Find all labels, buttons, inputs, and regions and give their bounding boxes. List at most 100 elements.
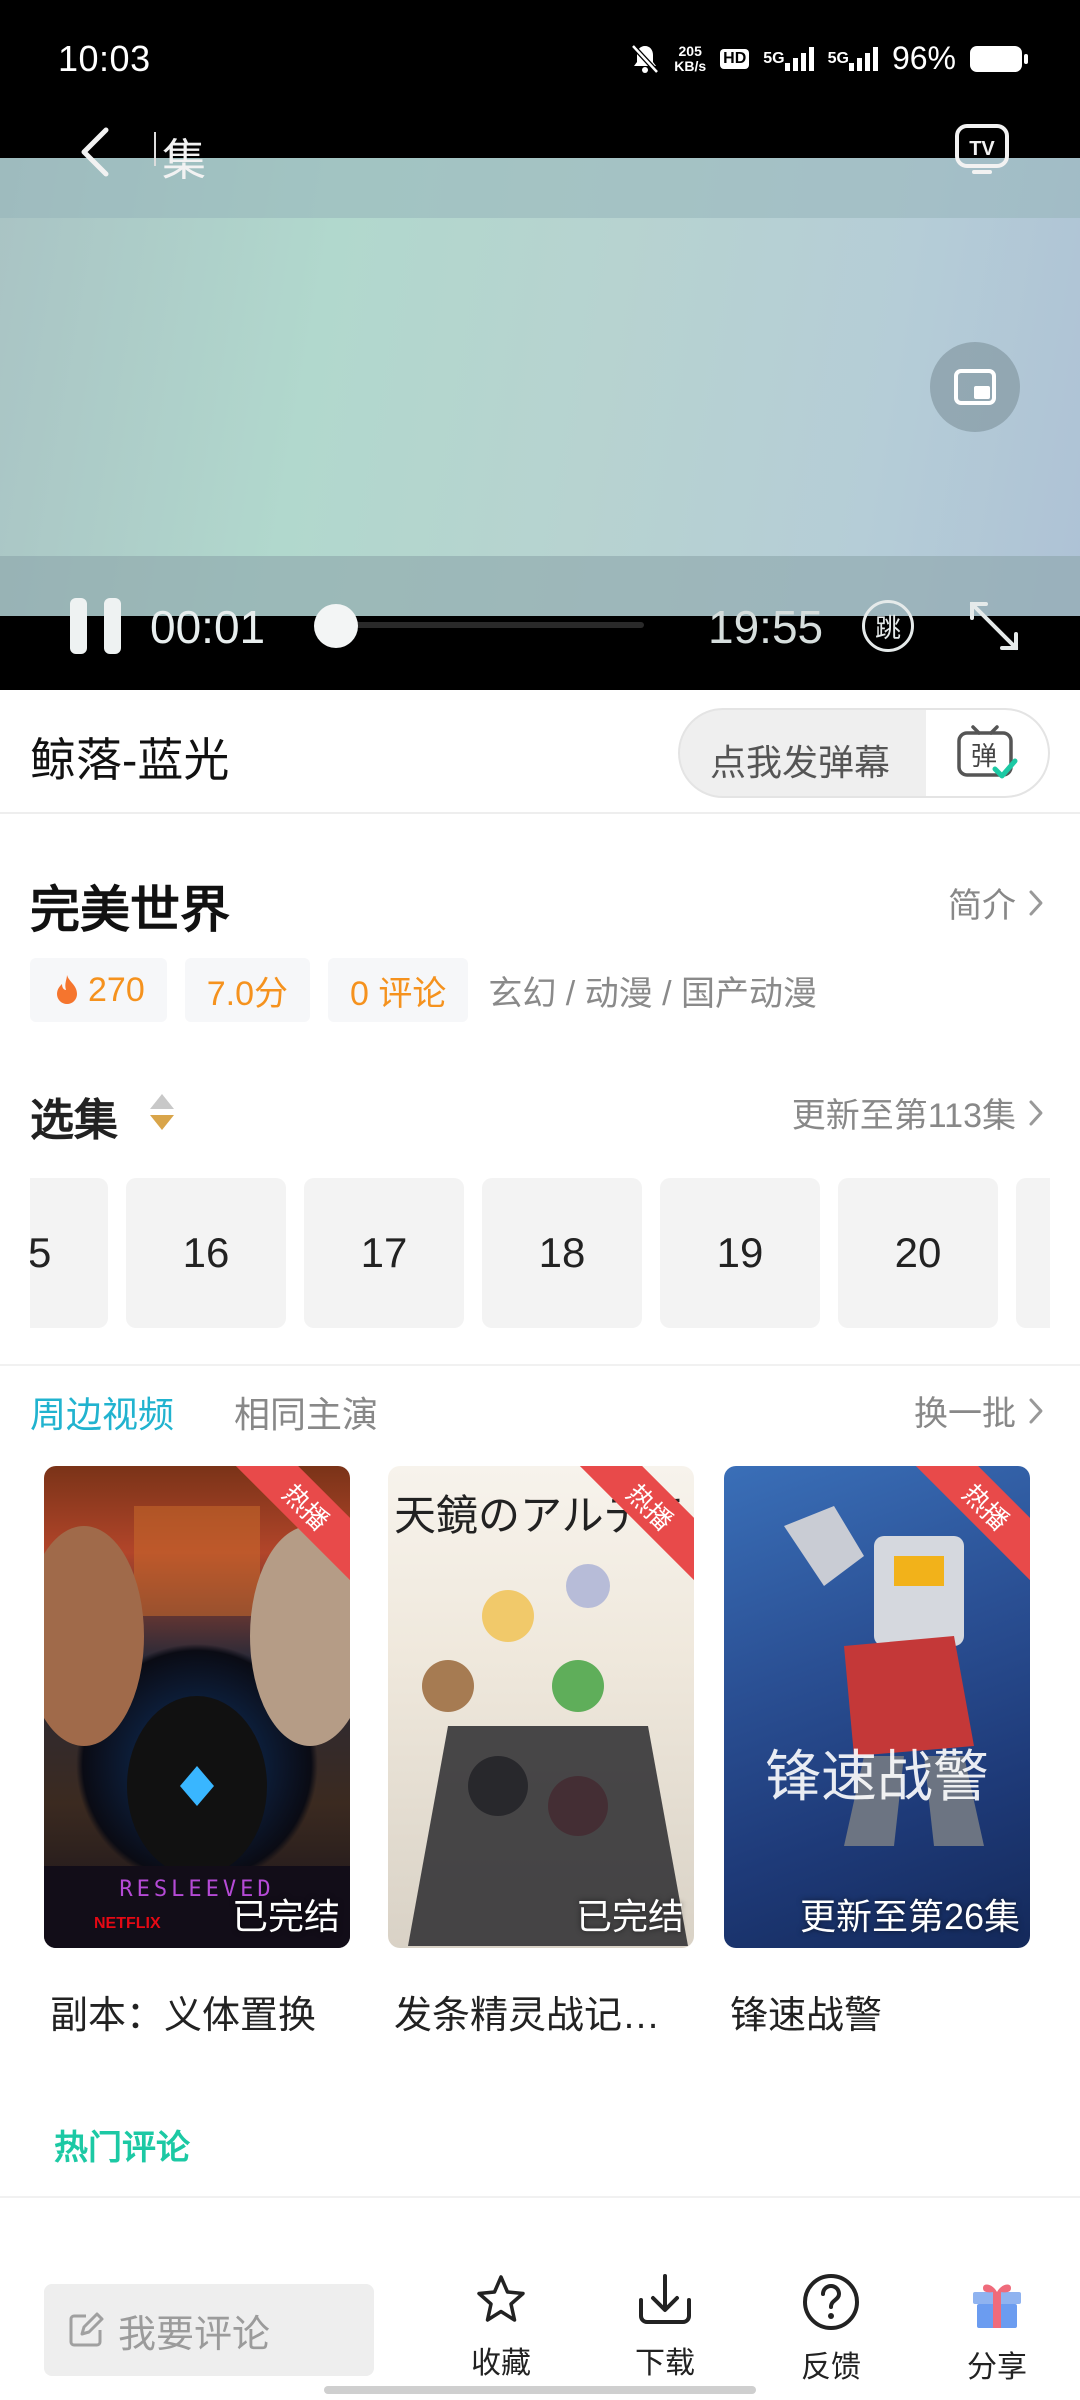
signal-bars-icon bbox=[784, 46, 814, 71]
star-icon bbox=[477, 2275, 525, 2322]
tv-cast-button[interactable]: TV bbox=[952, 118, 1012, 178]
card-title[interactable]: 锋速战警 bbox=[730, 1984, 1050, 2039]
rating-value: 7.0分 bbox=[206, 974, 288, 1013]
comments-count: 0 评论 bbox=[350, 974, 447, 1013]
chevron-right-icon bbox=[1029, 1398, 1043, 1423]
sort-button[interactable] bbox=[146, 1090, 178, 1134]
episode-number: 15 bbox=[30, 1229, 52, 1276]
section-divider bbox=[0, 2196, 1080, 2198]
poster-status: 已完结 bbox=[575, 1896, 684, 1937]
danmaku-icon: 弹 bbox=[957, 725, 1018, 779]
episode-button[interactable]: 20 bbox=[838, 1178, 998, 1328]
home-indicator[interactable] bbox=[324, 2386, 756, 2394]
episode-button[interactable]: 16 bbox=[126, 1178, 286, 1328]
net-speed-unit: KB/s bbox=[674, 57, 707, 74]
status-icons: 205 KB/s HD 5G 5G 96% bbox=[630, 40, 1028, 77]
share-button[interactable]: 分享 bbox=[942, 2272, 1052, 2392]
status-bar: 10:03 205 KB/s HD 5G 5G 96% bbox=[0, 0, 1080, 120]
download-label: 下载 bbox=[635, 2347, 695, 2380]
video-card[interactable]: RESLEEVED NETFLIX 热播 已完结 副本：义体置换 bbox=[44, 1466, 352, 2037]
status-time: 10:03 bbox=[58, 38, 151, 79]
poster-image[interactable]: RESLEEVED NETFLIX 热播 已完结 bbox=[44, 1466, 350, 1948]
poster-status: 更新至第26集 bbox=[799, 1896, 1020, 1937]
tab-same-cast[interactable]: 相同主演 bbox=[234, 1386, 378, 1438]
fullscreen-button[interactable] bbox=[964, 596, 1024, 656]
download-icon bbox=[639, 2274, 691, 2324]
skip-icon: 跳 bbox=[874, 612, 901, 643]
progress-track[interactable] bbox=[318, 622, 644, 628]
question-icon bbox=[803, 2274, 859, 2330]
skip-button[interactable]: 跳 bbox=[862, 600, 914, 652]
battery-icon bbox=[970, 45, 1028, 72]
episode-button[interactable]: 21 bbox=[1016, 1178, 1050, 1328]
signal1-label: 5G bbox=[763, 49, 785, 67]
show-title: 完美世界 bbox=[30, 882, 230, 938]
hd-badge: HD bbox=[720, 48, 750, 69]
card-title[interactable]: 发条精灵战记… bbox=[394, 1984, 714, 2039]
video-card[interactable]: 天鏡のアルデラ 热播 已完结 发条精灵战记… bbox=[388, 1466, 696, 2037]
episode-button[interactable]: 15 bbox=[30, 1178, 108, 1328]
chevron-right-icon bbox=[1029, 1100, 1043, 1125]
update-status-link[interactable]: 更新至第113集 bbox=[792, 1088, 1044, 1137]
progress-knob[interactable] bbox=[314, 604, 358, 648]
fire-icon bbox=[57, 975, 77, 1004]
signal-5g-1: 5G bbox=[763, 46, 814, 71]
feedback-button[interactable]: 反馈 bbox=[776, 2272, 886, 2392]
genre-text: 玄幻 / 动漫 / 国产动漫 bbox=[488, 974, 818, 1013]
player-title: 集 bbox=[154, 124, 206, 188]
svg-text:TV: TV bbox=[969, 138, 995, 160]
section-divider bbox=[0, 1364, 1080, 1366]
poster-art: 天鏡のアルデラ bbox=[394, 1491, 688, 1946]
tab-related-videos[interactable]: 周边视频 bbox=[30, 1386, 174, 1438]
download-button[interactable]: 下载 bbox=[610, 2272, 720, 2392]
fullscreen-icon bbox=[970, 602, 1018, 650]
episode-number: 19 bbox=[716, 1229, 764, 1276]
chevron-right-icon bbox=[1029, 890, 1043, 915]
video-player[interactable]: 10:03 205 KB/s HD 5G 5G 96% 集 TV 00:01 1… bbox=[0, 0, 1080, 690]
intro-link[interactable]: 简介 bbox=[948, 878, 1044, 927]
poster-image[interactable]: 天鏡のアルデラ 热播 已完结 bbox=[388, 1466, 694, 1948]
pip-icon bbox=[954, 369, 996, 405]
refresh-batch-button[interactable]: 换一批 bbox=[914, 1386, 1044, 1435]
total-time: 19:55 bbox=[708, 601, 824, 653]
intro-label: 简介 bbox=[948, 887, 1016, 925]
comments-tag[interactable]: 0 评论 bbox=[328, 958, 469, 1022]
share-label: 分享 bbox=[967, 2351, 1027, 2384]
poster-art: 锋速战警 bbox=[765, 1506, 989, 1846]
signal-5g-2: 5G bbox=[828, 46, 878, 71]
episode-list[interactable]: 15 16 17 18 19 20 21 bbox=[30, 1178, 1050, 1328]
poster-art: RESLEEVED NETFLIX bbox=[44, 1506, 350, 1948]
svg-text:锋速战警: 锋速战警 bbox=[765, 1745, 989, 1810]
svg-text:NETFLIX: NETFLIX bbox=[94, 1915, 161, 1932]
rating-tag: 7.0分 bbox=[184, 958, 310, 1022]
send-danmaku-button[interactable]: 点我发弹幕 弹 bbox=[678, 708, 1050, 798]
episode-button[interactable]: 18 bbox=[482, 1178, 642, 1328]
refresh-label: 换一批 bbox=[914, 1395, 1016, 1433]
back-button[interactable] bbox=[72, 122, 120, 182]
comment-input[interactable]: 我要评论 bbox=[44, 2284, 374, 2376]
episode-select-title: 选集 bbox=[30, 1096, 118, 1145]
pause-button[interactable] bbox=[70, 598, 124, 654]
danmaku-toggle[interactable]: 弹 bbox=[926, 710, 1048, 796]
signal-bars-icon bbox=[848, 46, 878, 71]
feedback-label: 反馈 bbox=[801, 2351, 861, 2384]
episode-button[interactable]: 17 bbox=[304, 1178, 464, 1328]
show-tags: 270 7.0分 0 评论 玄幻 / 动漫 / 国产动漫 bbox=[30, 958, 817, 1022]
pip-button[interactable] bbox=[930, 342, 1020, 432]
episode-number: 17 bbox=[360, 1229, 408, 1276]
poster-image[interactable]: 锋速战警 热播 更新至第26集 bbox=[724, 1466, 1030, 1948]
hd-text: HD bbox=[720, 48, 750, 69]
video-card[interactable]: 锋速战警 热播 更新至第26集 锋速战警 bbox=[724, 1466, 1032, 2037]
heat-value: 270 bbox=[88, 970, 145, 1009]
danmaku-prompt: 点我发弹幕 bbox=[710, 742, 891, 783]
favorite-button[interactable]: 收藏 bbox=[446, 2272, 556, 2392]
net-speed: 205 KB/s bbox=[674, 43, 707, 74]
mute-bell-icon bbox=[631, 43, 660, 74]
video-frame[interactable] bbox=[0, 158, 1080, 616]
back-icon bbox=[81, 127, 109, 177]
tv-cast-icon: TV bbox=[955, 124, 1009, 174]
card-title[interactable]: 副本：义体置换 bbox=[50, 1984, 370, 2039]
episode-strip: 15 16 17 18 19 20 21 bbox=[30, 1178, 1050, 1328]
sort-icon bbox=[150, 1094, 174, 1130]
episode-button[interactable]: 19 bbox=[660, 1178, 820, 1328]
